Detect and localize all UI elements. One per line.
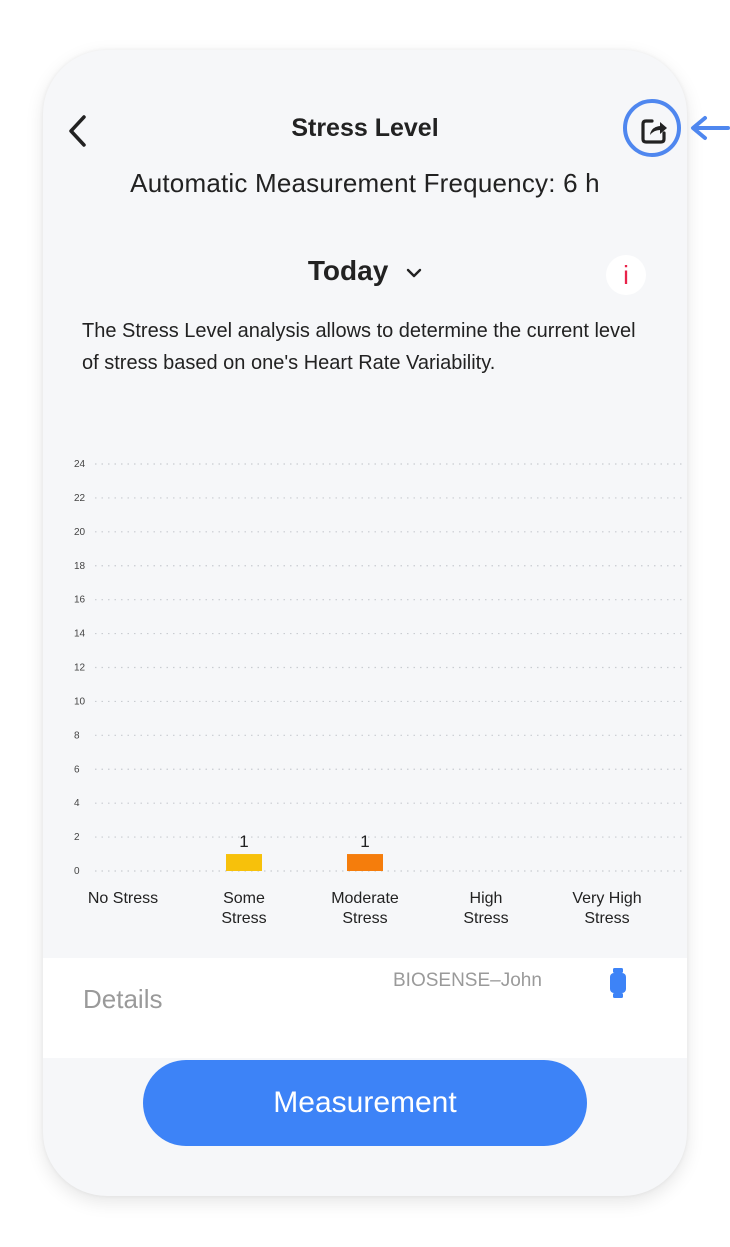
y-tick-label: 10	[74, 696, 86, 707]
y-tick-label: 6	[74, 764, 80, 775]
bar	[347, 854, 383, 871]
details-label: Details	[83, 984, 163, 1014]
x-category-label: Stress	[463, 910, 508, 927]
x-category-label: Stress	[221, 910, 266, 927]
device-name: BIOSENSE–John	[393, 970, 542, 991]
details-panel: Details BIOSENSE–John	[43, 958, 687, 1058]
x-category-label: High	[470, 890, 503, 907]
x-category-label: Stress	[342, 910, 387, 927]
y-tick-label: 18	[74, 561, 86, 572]
watch-icon	[610, 968, 626, 998]
arrow-left-icon	[691, 116, 730, 140]
share-highlight-circle	[623, 99, 681, 157]
x-category-label: No Stress	[88, 890, 158, 907]
y-tick-label: 4	[74, 798, 80, 809]
y-tick-label: 14	[74, 629, 86, 640]
x-category-label: Very High	[572, 890, 641, 907]
data-label: 1	[239, 832, 248, 851]
y-tick-label: 24	[74, 459, 86, 470]
y-tick-label: 2	[74, 832, 80, 843]
x-category-label: Stress	[584, 910, 629, 927]
y-tick-label: 22	[74, 493, 86, 504]
y-tick-label: 20	[74, 527, 86, 538]
y-tick-label: 8	[74, 730, 80, 741]
measurement-button[interactable]: Measurement	[143, 1060, 587, 1146]
phone-screen: Stress Level Automatic Measurement Frequ…	[43, 50, 687, 1196]
y-tick-label: 12	[74, 663, 86, 674]
bar	[226, 854, 262, 871]
y-tick-label: 0	[74, 866, 80, 877]
y-tick-label: 16	[74, 595, 86, 606]
x-category-label: Some	[223, 890, 265, 907]
stress-chart: 024681012141618202224No Stress1SomeStres…	[74, 459, 683, 927]
data-label: 1	[360, 832, 369, 851]
x-category-label: Moderate	[331, 890, 399, 907]
